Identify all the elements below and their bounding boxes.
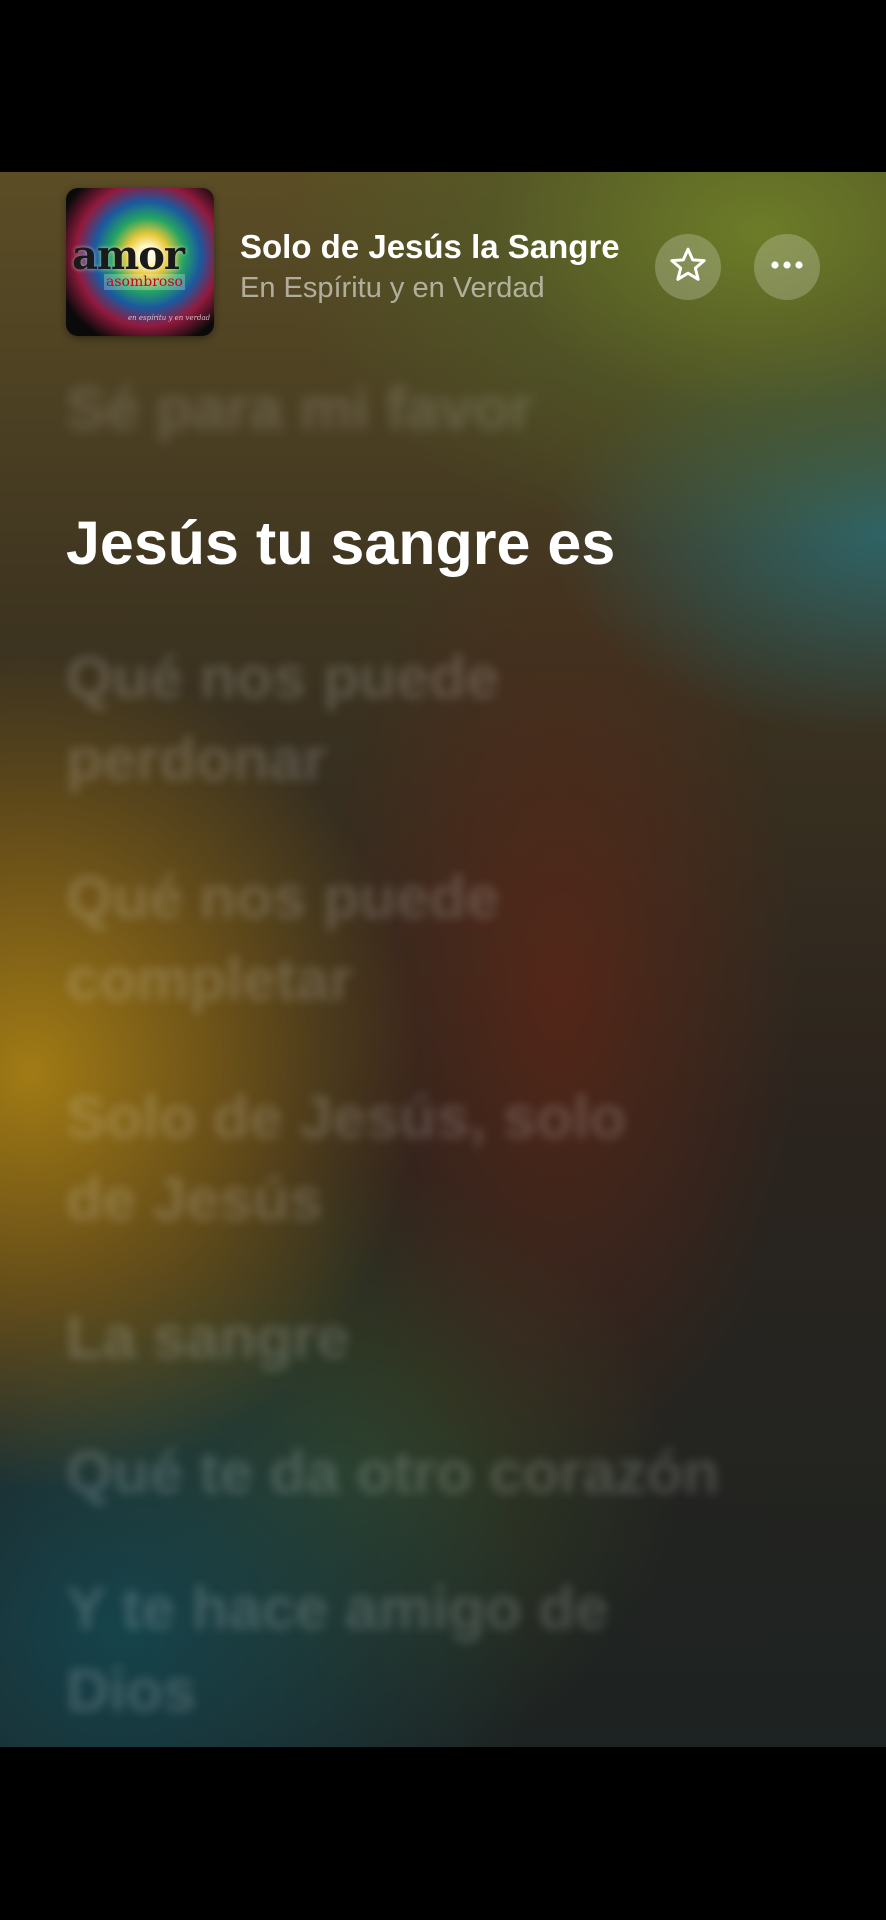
artwork-subtitle-text: asombroso xyxy=(104,274,185,290)
lyric-line[interactable]: La sangre xyxy=(66,1297,826,1379)
song-artist[interactable]: En Espíritu y en Verdad xyxy=(240,272,545,305)
favorite-button[interactable] xyxy=(655,234,721,300)
artwork-title-text: amor xyxy=(72,232,185,279)
album-artwork[interactable]: amor asombroso en espíritu y en verdad xyxy=(66,188,214,336)
more-options-button[interactable] xyxy=(754,234,820,300)
now-playing-header: amor asombroso en espíritu y en verdad S… xyxy=(0,172,886,342)
lyric-line-previous[interactable]: Sé para mi favor xyxy=(66,368,826,450)
lyrics-player: amor asombroso en espíritu y en verdad S… xyxy=(0,172,886,1747)
song-title[interactable]: Solo de Jesús la Sangre xyxy=(240,228,620,266)
lyric-line[interactable]: Qué nos puede perdonar xyxy=(66,637,586,801)
lyric-line[interactable]: Qué nos puede completar xyxy=(66,857,586,1021)
lyric-line-current[interactable]: Jesús tu sangre es xyxy=(66,502,826,584)
screen: amor asombroso en espíritu y en verdad S… xyxy=(0,0,886,1920)
lyric-line[interactable]: Y te hace amigo de Dios xyxy=(66,1568,626,1732)
artwork-tagline-text: en espíritu y en verdad xyxy=(128,314,211,322)
lyric-line[interactable]: Qué te da otro corazón xyxy=(66,1432,826,1514)
star-outline-icon xyxy=(668,245,708,290)
ellipsis-icon xyxy=(767,258,807,276)
lyric-line[interactable]: Solo de Jesús, solo de Jesús xyxy=(66,1077,706,1241)
